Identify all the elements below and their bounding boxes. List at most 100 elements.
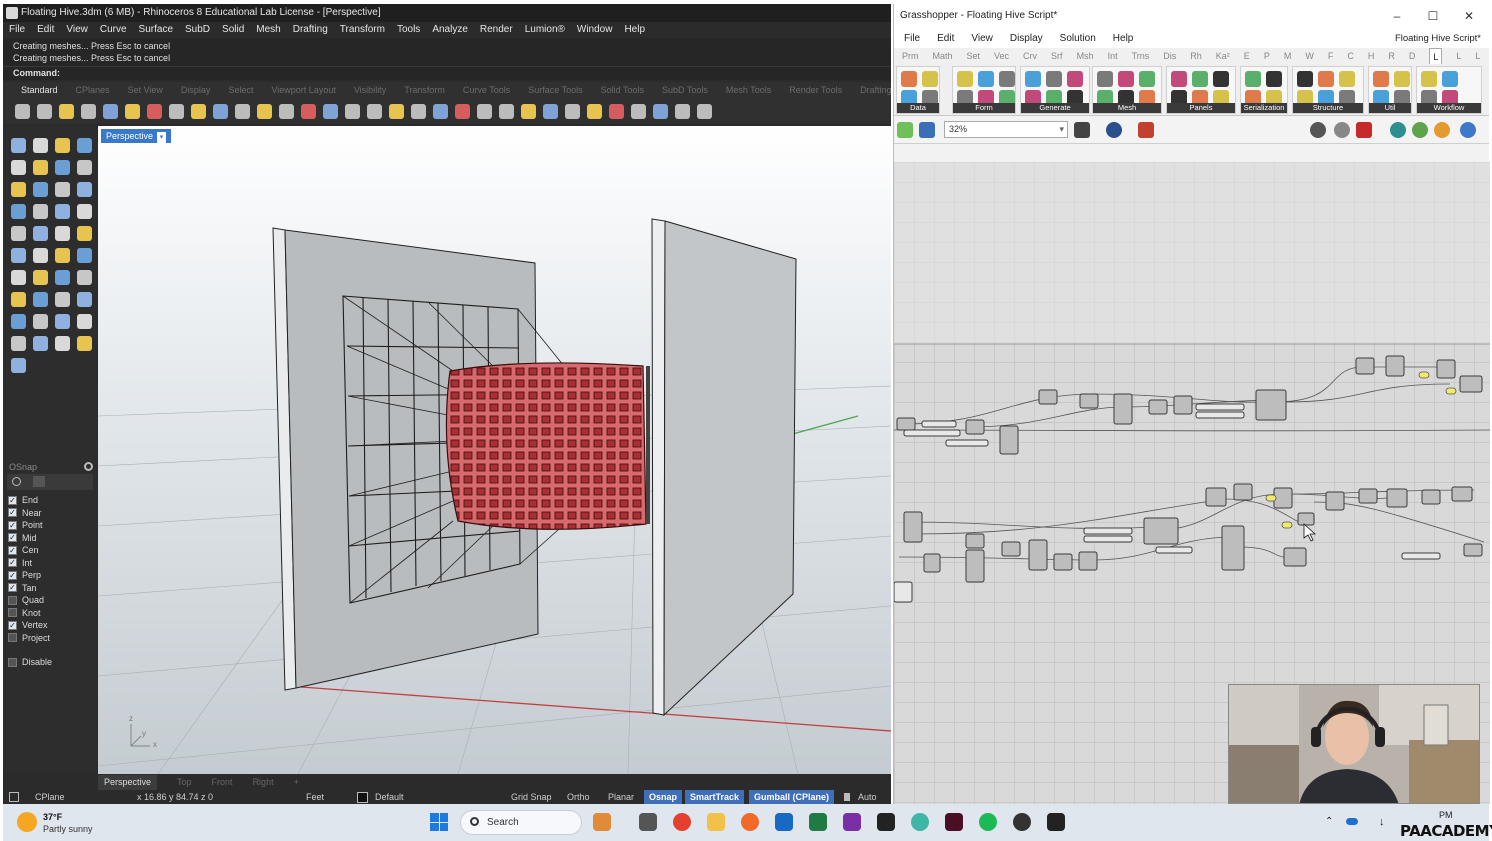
toolbar-icon[interactable] <box>147 103 162 119</box>
viewport-tab[interactable]: Top <box>173 775 192 790</box>
menu-item[interactable]: Mesh <box>256 22 280 38</box>
rhino-app-icon[interactable] <box>1047 813 1065 831</box>
viewport-tab[interactable]: Perspective <box>98 775 158 790</box>
toolbar-icon[interactable] <box>125 103 140 119</box>
minimize-button[interactable]: – <box>1381 4 1413 28</box>
gh-tab[interactable]: Ka² <box>1216 48 1230 64</box>
toolbar-tab[interactable]: Mesh Tools <box>726 82 771 98</box>
checkbox[interactable]: ✓ <box>8 620 17 630</box>
toolbar-icon[interactable] <box>697 103 712 119</box>
viewport-label[interactable]: Perspective ▾ <box>101 129 172 143</box>
file-explorer-icon[interactable] <box>707 813 725 831</box>
gh-tab[interactable]: F <box>1328 48 1334 64</box>
component-icon[interactable] <box>957 71 973 87</box>
gh-tab[interactable]: R <box>1388 48 1395 64</box>
gh-menu-item[interactable]: File <box>904 33 920 44</box>
chevron-up-icon[interactable]: ⌃ <box>1325 816 1333 827</box>
palette-tool-icon[interactable] <box>33 160 48 175</box>
palette-tool-icon[interactable] <box>77 270 92 285</box>
save-file-icon[interactable] <box>919 122 935 138</box>
component-icon[interactable] <box>1139 71 1155 87</box>
checkbox[interactable]: ✓ <box>8 570 17 580</box>
network-icon[interactable]: ↓ <box>1379 816 1385 828</box>
component-icon[interactable] <box>1297 71 1313 87</box>
zoom-extents-icon[interactable] <box>1074 122 1090 138</box>
palette-tool-icon[interactable] <box>55 314 70 329</box>
palette-tool-icon[interactable] <box>55 204 70 219</box>
gh-ribbon-group-label[interactable]: Mesh <box>1093 103 1161 113</box>
toolbar-icon[interactable] <box>499 103 514 119</box>
toolbar-icon[interactable] <box>257 103 272 119</box>
gh-ribbon-group-label[interactable]: Panels <box>1167 103 1235 113</box>
toolbar-icon[interactable] <box>631 103 646 119</box>
gh-tab[interactable]: C <box>1347 48 1354 64</box>
menu-item[interactable]: Solid <box>222 22 244 38</box>
palette-tool-icon[interactable] <box>77 226 92 241</box>
osnap-item[interactable]: ✓ Mid <box>3 532 97 545</box>
cplane-label[interactable]: CPlane <box>35 790 65 804</box>
osnap-item[interactable]: ✓ Point <box>3 519 97 532</box>
component-icon[interactable] <box>1245 71 1261 87</box>
osnap-item[interactable]: ✓ Perp <box>3 569 97 582</box>
copilot-app-icon[interactable] <box>593 813 611 831</box>
units-label[interactable]: Feet <box>306 790 324 804</box>
menu-item[interactable]: Analyze <box>432 22 468 38</box>
palette-tool-icon[interactable] <box>55 138 70 153</box>
checkbox[interactable] <box>8 633 17 643</box>
gh-tab[interactable]: Dis <box>1163 48 1176 64</box>
lumion-icon[interactable] <box>1412 122 1428 138</box>
palette-tool-icon[interactable] <box>33 204 48 219</box>
toolbar-icon[interactable] <box>587 103 602 119</box>
menu-item[interactable]: Window <box>577 22 613 38</box>
osnap-item[interactable]: Knot <box>3 607 97 620</box>
palette-tool-icon[interactable] <box>55 248 70 263</box>
palette-tool-icon[interactable] <box>55 182 70 197</box>
palette-tool-icon[interactable] <box>11 204 26 219</box>
wireframe-icon[interactable] <box>1334 122 1350 138</box>
clock[interactable]: PM <box>1439 810 1453 820</box>
ortho-toggle[interactable]: Ortho <box>567 790 590 804</box>
palette-tool-icon[interactable] <box>77 292 92 307</box>
palette-tool-icon[interactable] <box>11 336 26 351</box>
toolbar-icon[interactable] <box>169 103 184 119</box>
toolbar-tab[interactable]: Render Tools <box>789 82 842 98</box>
gh-tab[interactable]: M <box>1284 48 1292 64</box>
gh-tab[interactable]: W <box>1305 48 1314 64</box>
toolbar-tab[interactable]: Transform <box>404 82 445 98</box>
toolbar-icon[interactable] <box>521 103 536 119</box>
gh-tab[interactable]: L <box>1456 48 1461 64</box>
task-view-icon[interactable] <box>639 813 657 831</box>
bake-icon[interactable] <box>1390 122 1406 138</box>
gh-ribbon-group-label[interactable]: Structure <box>1293 103 1363 113</box>
gh-tab[interactable]: Set <box>967 48 981 64</box>
osnap-disable[interactable]: Disable <box>3 656 97 669</box>
component-icon[interactable] <box>1171 71 1187 87</box>
gh-tab[interactable]: Int <box>1108 48 1118 64</box>
component-icon[interactable] <box>901 71 917 87</box>
menu-item[interactable]: Surface <box>139 22 173 38</box>
smarttrack-toggle[interactable]: SmartTrack <box>685 790 745 804</box>
gh-document-name[interactable]: Floating Hive Script* <box>1395 33 1481 44</box>
toolbar-tab[interactable]: Surface Tools <box>528 82 582 98</box>
gh-menu-item[interactable]: View <box>971 33 993 44</box>
palette-tool-icon[interactable] <box>77 314 92 329</box>
toolbar-icon[interactable] <box>301 103 316 119</box>
toolbar-tab[interactable]: Solid Tools <box>601 82 644 98</box>
palette-tool-icon[interactable] <box>33 226 48 241</box>
indesign-app-icon[interactable] <box>945 813 963 831</box>
gh-tab[interactable]: D <box>1409 48 1416 64</box>
palette-tool-icon[interactable] <box>33 138 48 153</box>
gh-menu-item[interactable]: Help <box>1113 33 1134 44</box>
render-icon[interactable] <box>1434 122 1450 138</box>
gh-tab[interactable]: Math <box>933 48 953 64</box>
component-icon[interactable] <box>1046 71 1062 87</box>
toolbar-icon[interactable] <box>433 103 448 119</box>
checkbox[interactable]: ✓ <box>8 558 17 568</box>
checkbox[interactable]: ✓ <box>8 520 17 530</box>
component-icon[interactable] <box>978 71 994 87</box>
component-icon[interactable] <box>922 71 938 87</box>
component-icon[interactable] <box>1213 71 1229 87</box>
maximize-button[interactable]: ☐ <box>1417 4 1449 28</box>
palette-tool-icon[interactable] <box>55 292 70 307</box>
palette-tool-icon[interactable] <box>77 248 92 263</box>
